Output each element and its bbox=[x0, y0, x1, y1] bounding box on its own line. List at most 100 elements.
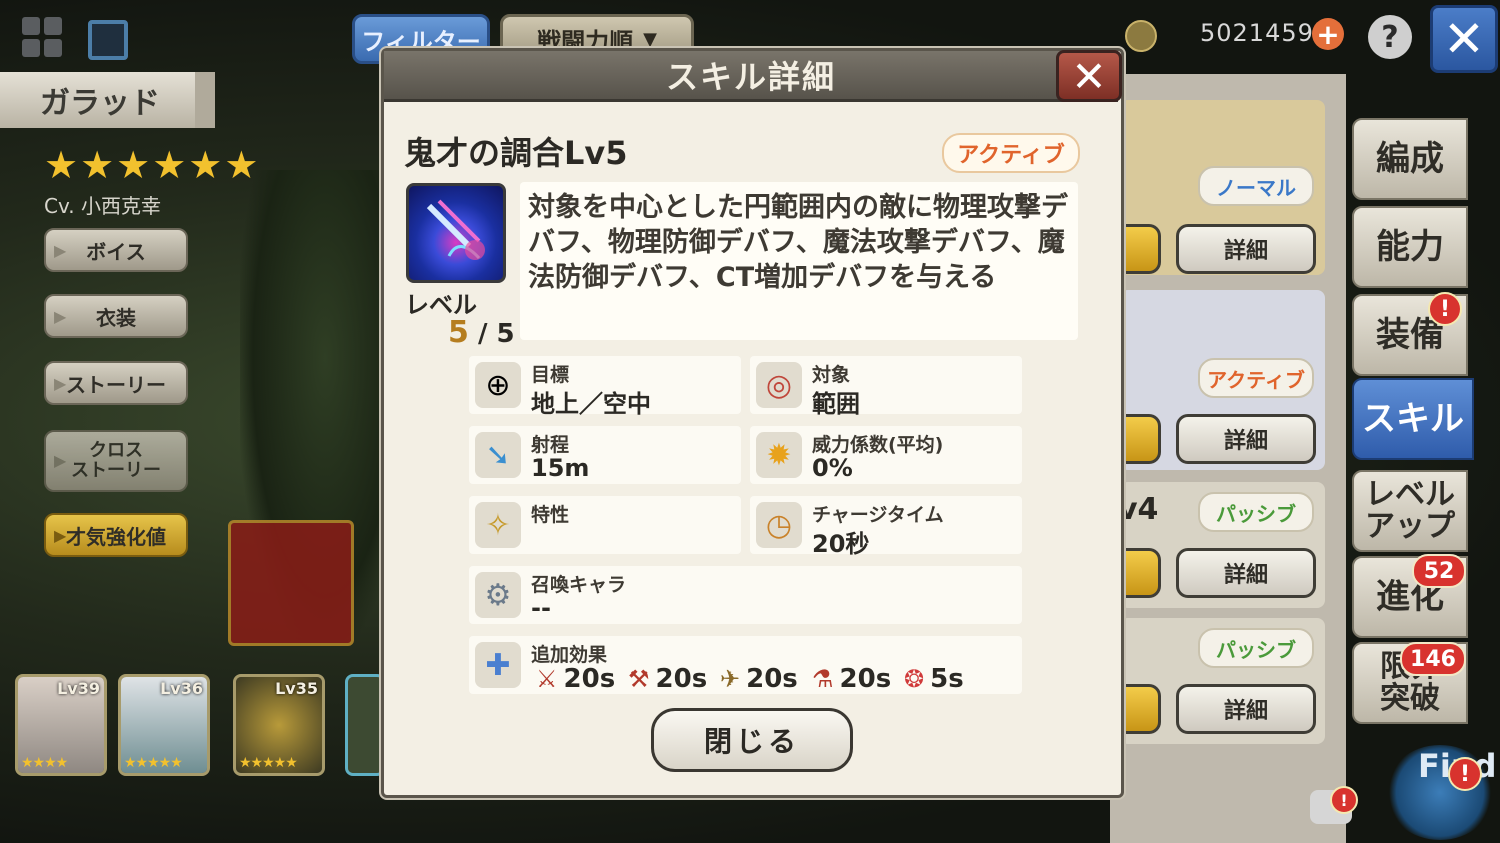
crosshair-icon: ⊕ bbox=[475, 362, 521, 408]
stat-power: ✹ 威力係数(平均) 0% bbox=[750, 426, 1022, 484]
stat-label: 追加効果 bbox=[531, 644, 608, 666]
stat-label: 目標 bbox=[531, 364, 570, 386]
costume-button[interactable]: ▶ 衣装 bbox=[44, 294, 188, 338]
unit-stars: ★★★★★ bbox=[239, 755, 298, 771]
effect-duration: 20s bbox=[655, 664, 708, 694]
skill-upgrade-button[interactable] bbox=[1120, 684, 1161, 734]
tab-skill[interactable]: スキル bbox=[1352, 378, 1474, 460]
skill-type-badge: ノーマル bbox=[1198, 166, 1314, 206]
skill-level-current: 5 bbox=[448, 315, 469, 350]
skill-detail-button[interactable]: 詳細 bbox=[1176, 548, 1316, 598]
skill-type-badge: アクティブ bbox=[942, 133, 1080, 173]
stat-label: 射程 bbox=[531, 434, 570, 456]
roster-unit-2[interactable]: Lv36 ★★★★★ bbox=[118, 674, 210, 776]
effect-physical-defense-down: ⚒ 20s bbox=[628, 664, 707, 694]
evolve-count-badge: 52 bbox=[1412, 554, 1466, 588]
unit-stars: ★★★★ bbox=[21, 755, 68, 771]
skill-upgrade-button[interactable] bbox=[1120, 224, 1161, 274]
play-icon: ▶ bbox=[54, 306, 67, 326]
cross-story-label: クロス ストーリー bbox=[71, 440, 161, 481]
find-alert-icon: ! bbox=[1448, 757, 1482, 791]
skill-type-badge: パッシブ bbox=[1198, 492, 1314, 532]
stat-trait: ✧ 特性 bbox=[469, 496, 741, 554]
stat-value: -- bbox=[531, 594, 551, 622]
character-gift-box-art bbox=[228, 520, 354, 646]
effect-duration: 5s bbox=[930, 664, 964, 694]
add-currency-button[interactable]: + bbox=[1312, 18, 1344, 51]
effect-duration: 20s bbox=[746, 664, 798, 694]
skill-level-value: 5 / 5 bbox=[448, 315, 515, 350]
skill-detail-button[interactable]: 詳細 bbox=[1176, 684, 1316, 734]
modal-title: スキル詳細 bbox=[665, 58, 836, 96]
magic-defense-down-icon: ⚗ bbox=[812, 665, 834, 693]
ct-up-icon: ❂ bbox=[904, 665, 925, 693]
effect-ct-up: ❂ 5s bbox=[904, 664, 964, 694]
physical-defense-down-icon: ⚒ bbox=[628, 665, 650, 693]
stat-scope: ◎ 対象 範囲 bbox=[750, 356, 1022, 418]
talent-label: 才気強化値 bbox=[66, 524, 166, 549]
play-icon: ▶ bbox=[54, 451, 67, 470]
effect-physical-attack-down: ⚔ 20s bbox=[536, 664, 615, 694]
stat-label: 特性 bbox=[531, 504, 570, 526]
area-target-icon: ◎ bbox=[756, 362, 802, 408]
skill-detail-button[interactable]: 詳細 bbox=[1176, 414, 1316, 464]
currency-value: 5021459 bbox=[1200, 19, 1314, 47]
skill-detail-button[interactable]: 詳細 bbox=[1176, 224, 1316, 274]
play-icon: ▶ bbox=[54, 373, 67, 393]
skill-level-max: / 5 bbox=[477, 319, 515, 349]
skill-upgrade-button[interactable] bbox=[1120, 414, 1161, 464]
unit-portrait bbox=[348, 677, 382, 773]
skill-type-badge: パッシブ bbox=[1198, 628, 1314, 668]
unit-stars: ★★★★★ bbox=[124, 755, 183, 771]
summon-icon: ⚙ bbox=[475, 572, 521, 618]
help-button[interactable]: ? bbox=[1368, 15, 1412, 59]
roster-unit-4[interactable] bbox=[345, 674, 385, 776]
arrow-range-icon: ➘ bbox=[475, 432, 521, 478]
stat-summon: ⚙ 召喚キャラ -- bbox=[469, 566, 1022, 624]
costume-label: 衣装 bbox=[96, 305, 136, 330]
tab-formation[interactable]: 編成 bbox=[1352, 118, 1468, 200]
chevron-down-icon: ▼ bbox=[643, 28, 657, 50]
cross-story-button[interactable]: ▶ クロス ストーリー bbox=[44, 430, 188, 492]
alert-icon: ! bbox=[1428, 292, 1462, 326]
stat-label: 威力係数(平均) bbox=[812, 434, 944, 456]
skill-upgrade-button[interactable] bbox=[1120, 548, 1161, 598]
effect-duration: 20s bbox=[563, 664, 616, 694]
stat-range: ➘ 射程 15m bbox=[469, 426, 741, 484]
voice-actor: Cv. 小西克幸 bbox=[44, 194, 161, 218]
roster-unit-3[interactable]: Lv35 ★★★★★ bbox=[233, 674, 325, 776]
close-button[interactable]: 閉じる bbox=[651, 708, 853, 772]
unit-level: Lv39 bbox=[57, 679, 100, 698]
effect-magic-defense-down: ⚗ 20s bbox=[812, 664, 891, 694]
play-icon: ▶ bbox=[54, 525, 67, 545]
modal-close-button[interactable]: ✕ bbox=[1056, 50, 1122, 102]
physical-attack-down-icon: ⚔ bbox=[536, 665, 558, 693]
currency-icon bbox=[1125, 20, 1157, 52]
stat-value: 20秒 bbox=[812, 530, 870, 558]
stat-target: ⊕ 目標 地上／空中 bbox=[469, 356, 741, 418]
limit-break-count-badge: 146 bbox=[1400, 642, 1466, 676]
close-screen-button[interactable]: ✕ bbox=[1430, 5, 1498, 73]
voice-label: ボイス bbox=[86, 239, 146, 264]
stat-value: 15m bbox=[531, 454, 590, 482]
tab-ability[interactable]: 能力 bbox=[1352, 206, 1468, 288]
roster-unit-1[interactable]: Lv39 ★★★★ bbox=[15, 674, 107, 776]
sword-plus-icon: ✚ bbox=[475, 642, 521, 688]
unit-level: Lv36 bbox=[160, 679, 203, 698]
chat-alert-icon: ! bbox=[1330, 786, 1358, 814]
talent-button[interactable]: ▶ 才気強化値 bbox=[44, 513, 188, 557]
unit-level: Lv35 bbox=[275, 679, 318, 698]
effect-duration: 20s bbox=[839, 664, 892, 694]
voice-button[interactable]: ▶ ボイス bbox=[44, 228, 188, 272]
grid-menu-icon[interactable] bbox=[22, 17, 62, 57]
tab-level-up[interactable]: レベル アップ bbox=[1352, 470, 1468, 552]
play-icon: ▶ bbox=[54, 240, 67, 260]
sword-sparkle-icon: ✧ bbox=[475, 502, 521, 548]
stat-value: 0% bbox=[812, 454, 853, 482]
stat-charge-time: ◷ チャージタイム 20秒 bbox=[750, 496, 1022, 558]
clock-up-icon: ◷ bbox=[756, 502, 802, 548]
view-toggle-icon[interactable] bbox=[88, 20, 128, 60]
story-button[interactable]: ▶ ストーリー bbox=[44, 361, 188, 405]
story-label: ストーリー bbox=[66, 372, 166, 397]
skill-description: 対象を中心とした円範囲内の敵に物理攻撃デバフ、物理防御デバフ、魔法攻撃デバフ、魔… bbox=[528, 192, 1068, 293]
